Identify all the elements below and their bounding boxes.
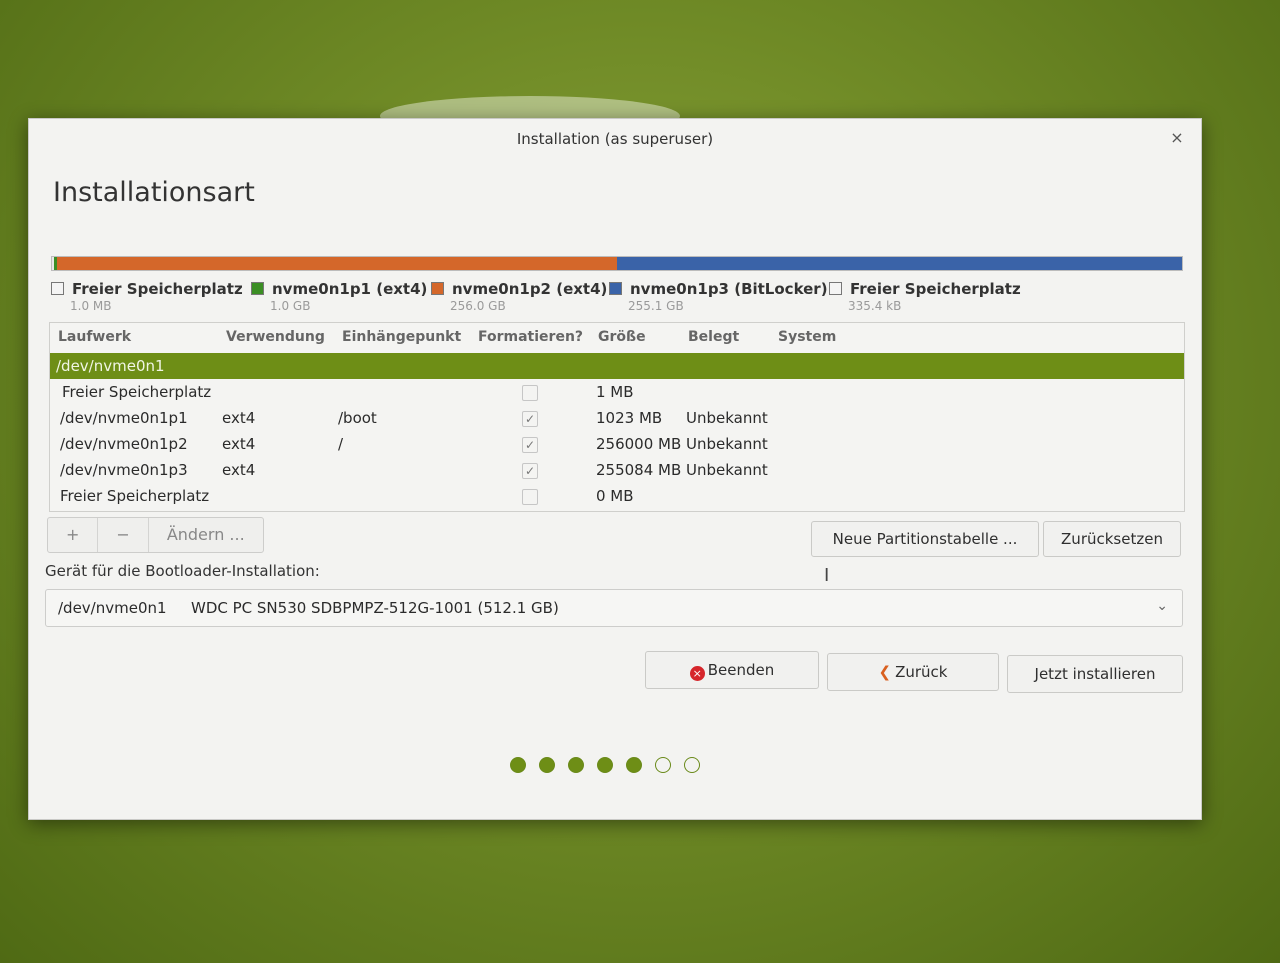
installer-window: Installation (as superuser) × Installati…	[28, 118, 1202, 820]
legend-size: 1.0 MB	[70, 299, 112, 313]
format-checkbox[interactable]	[522, 385, 538, 401]
legend-item-nvme0n1p3: nvme0n1p3 (BitLocker) 255.1 GB	[609, 279, 828, 313]
chevron-down-icon: ⌄	[1156, 598, 1168, 614]
cell-size: 0 MB	[596, 487, 634, 505]
cell-size: 255084 MB	[596, 461, 682, 479]
cell-used: Unbekannt	[686, 461, 768, 479]
legend-size: 255.1 GB	[628, 299, 684, 313]
progress-dot	[597, 757, 613, 773]
partition-table: Laufwerk Verwendung Einhängepunkt Format…	[49, 322, 1185, 512]
back-button[interactable]: ❮ Zurück	[827, 653, 999, 691]
quit-button[interactable]: × Beenden	[645, 651, 819, 689]
bootloader-device-select[interactable]: /dev/nvme0n1 WDC PC SN530 SDBPMPZ-512G-1…	[45, 589, 1183, 627]
cell-size: 1 MB	[596, 383, 634, 401]
table-row[interactable]: /dev/nvme0n1p1 ext4 /boot ✓ 1023 MB Unbe…	[50, 405, 1184, 431]
progress-dot	[655, 757, 671, 773]
cell-drive: Freier Speicherplatz	[62, 383, 212, 401]
quit-label: Beenden	[707, 661, 775, 679]
legend-name: nvme0n1p1 (ext4)	[272, 280, 428, 298]
cell-mount: /boot	[338, 409, 377, 427]
table-header: Laufwerk Verwendung Einhängepunkt Format…	[50, 323, 1184, 351]
page-title: Installationsart	[53, 177, 255, 208]
partition-bar-segment-nvme0n1p3	[616, 257, 1182, 270]
legend-swatch	[609, 282, 622, 295]
cell-drive: /dev/nvme0n1	[56, 357, 165, 375]
new-partition-table-button[interactable]: Neue Partitionstabelle ...	[811, 521, 1039, 557]
progress-dot	[568, 757, 584, 773]
legend-swatch	[251, 282, 264, 295]
remove-partition-button[interactable]: −	[98, 518, 149, 552]
column-header-usage[interactable]: Verwendung	[226, 329, 325, 345]
install-now-button[interactable]: Jetzt installieren	[1007, 655, 1183, 693]
partition-bar-segment-nvme0n1p2	[56, 257, 617, 270]
progress-dot	[539, 757, 555, 773]
cell-size: 1023 MB	[596, 409, 663, 427]
legend-swatch	[431, 282, 444, 295]
progress-dot	[684, 757, 700, 773]
reset-button[interactable]: Zurücksetzen	[1043, 521, 1181, 557]
cell-used: Unbekannt	[686, 409, 768, 427]
change-partition-button[interactable]: Ändern ...	[149, 518, 263, 552]
partition-edit-toolbar: + − Ändern ...	[47, 517, 264, 553]
legend-name: nvme0n1p3 (BitLocker)	[630, 280, 828, 298]
table-row[interactable]: /dev/nvme0n1p3 ext4 ✓ 255084 MB Unbekann…	[50, 457, 1184, 483]
table-row[interactable]: Freier Speicherplatz 1 MB	[50, 379, 1184, 405]
legend-name: Freier Speicherplatz	[72, 280, 243, 298]
quit-icon: ×	[689, 666, 705, 681]
partition-legend: Freier Speicherplatz 1.0 MB nvme0n1p1 (e…	[51, 279, 1191, 315]
bootloader-device-model: WDC PC SN530 SDBPMPZ-512G-1001 (512.1 GB…	[191, 599, 559, 617]
text-cursor-icon: I	[824, 565, 830, 586]
cell-drive: /dev/nvme0n1p1	[60, 409, 188, 427]
legend-item-nvme0n1p2: nvme0n1p2 (ext4) 256.0 GB	[431, 279, 608, 313]
format-checkbox[interactable]: ✓	[522, 437, 538, 453]
bootloader-label: Gerät für die Bootloader-Installation:	[45, 562, 320, 580]
column-header-system[interactable]: System	[778, 329, 836, 345]
cell-size: 256000 MB	[596, 435, 682, 453]
progress-dots	[510, 757, 700, 775]
cell-drive: Freier Speicherplatz	[60, 487, 210, 505]
column-header-size[interactable]: Größe	[598, 329, 646, 345]
add-partition-button[interactable]: +	[48, 518, 99, 552]
format-checkbox[interactable]: ✓	[522, 411, 538, 427]
legend-item-nvme0n1p1: nvme0n1p1 (ext4) 1.0 GB	[251, 279, 428, 313]
table-row[interactable]: Freier Speicherplatz 0 MB	[50, 483, 1184, 509]
table-row[interactable]: /dev/nvme0n1p2 ext4 / ✓ 256000 MB Unbeka…	[50, 431, 1184, 457]
cell-mount: /	[338, 435, 344, 453]
close-icon[interactable]: ×	[1167, 128, 1187, 148]
column-header-drive[interactable]: Laufwerk	[58, 329, 131, 345]
cell-usage: ext4	[222, 409, 256, 427]
column-header-mount[interactable]: Einhängepunkt	[342, 329, 461, 345]
legend-size: 335.4 kB	[848, 299, 902, 313]
column-header-format[interactable]: Formatieren?	[478, 329, 583, 345]
legend-size: 256.0 GB	[450, 299, 506, 313]
title-bar: Installation (as superuser) ×	[29, 119, 1201, 159]
cell-usage: ext4	[222, 435, 256, 453]
progress-dot	[510, 757, 526, 773]
legend-name: Freier Speicherplatz	[850, 280, 1021, 298]
column-header-used[interactable]: Belegt	[688, 329, 739, 345]
back-arrow-icon: ❮	[878, 663, 892, 681]
cell-usage: ext4	[222, 461, 256, 479]
legend-name: nvme0n1p2 (ext4)	[452, 280, 608, 298]
table-row-disk[interactable]: /dev/nvme0n1	[50, 353, 1184, 379]
legend-swatch	[829, 282, 842, 295]
progress-dot	[626, 757, 642, 773]
window-title: Installation (as superuser)	[516, 130, 714, 148]
cell-drive: /dev/nvme0n1p2	[60, 435, 188, 453]
partition-usage-bar	[51, 256, 1183, 271]
cell-drive: /dev/nvme0n1p3	[60, 461, 188, 479]
cell-used: Unbekannt	[686, 435, 768, 453]
legend-item-free-start: Freier Speicherplatz 1.0 MB	[51, 279, 243, 313]
back-label: Zurück	[895, 663, 948, 681]
format-checkbox[interactable]: ✓	[522, 463, 538, 479]
legend-size: 1.0 GB	[270, 299, 311, 313]
legend-item-free-end: Freier Speicherplatz 335.4 kB	[829, 279, 1021, 313]
legend-swatch	[51, 282, 64, 295]
format-checkbox[interactable]	[522, 489, 538, 505]
bootloader-device: /dev/nvme0n1	[58, 599, 167, 617]
